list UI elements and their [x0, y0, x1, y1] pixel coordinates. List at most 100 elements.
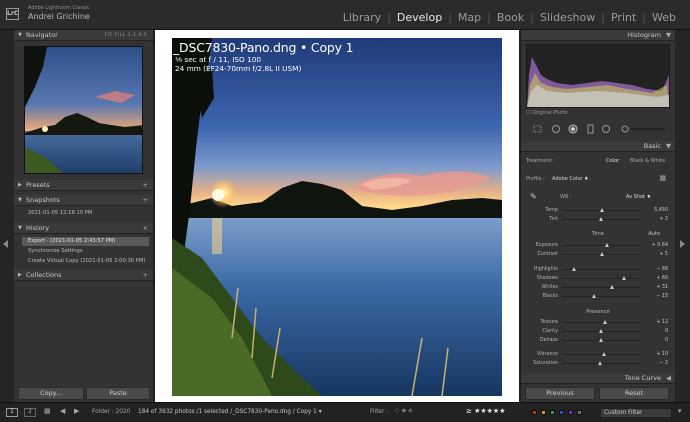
slider-track[interactable] [562, 285, 640, 289]
histogram-header[interactable]: Histogram ▼ [521, 30, 675, 41]
slider-value[interactable]: 5,450 [644, 206, 668, 215]
auto-tone-button[interactable]: Auto [648, 231, 660, 237]
slider-track[interactable] [562, 338, 640, 342]
slider-knob[interactable] [610, 285, 615, 289]
snapshot-item[interactable]: 2021-01-05 12:18:10 PM [22, 209, 149, 218]
grid-view-icon[interactable]: ▦ [44, 407, 51, 415]
slider-track[interactable] [562, 267, 640, 271]
navigator-header[interactable]: ▼ Navigator FIT FILL 1:1 4:1 [14, 30, 153, 41]
filter-lock-icon[interactable]: ▾ [678, 407, 682, 415]
module-map[interactable]: Map [452, 11, 487, 24]
slider-track[interactable] [562, 276, 640, 280]
basic-header[interactable]: Basic ▼ [521, 141, 675, 152]
slider-value[interactable]: − 15 [644, 292, 668, 301]
slider-knob[interactable] [599, 217, 604, 221]
module-slideshow[interactable]: Slideshow [534, 11, 601, 24]
slider-knob[interactable] [600, 252, 605, 256]
add-collection-icon[interactable]: + [143, 270, 148, 281]
slider-value[interactable]: 0 [644, 336, 668, 345]
slider-knob[interactable] [602, 352, 607, 356]
slider-whites[interactable]: Whites + 31 [526, 283, 670, 292]
photo-preview[interactable] [172, 38, 502, 396]
tone-curve-header[interactable]: Tone Curve ◀ [521, 373, 675, 384]
slider-highlights[interactable]: Highlights − 68 [526, 265, 670, 274]
module-book[interactable]: Book [491, 11, 530, 24]
clear-history-icon[interactable]: × [143, 223, 148, 234]
slider-exposure[interactable]: Exposure + 0.64 [526, 241, 670, 250]
rating-filter[interactable]: ≥ ★★★★★ [466, 407, 505, 415]
color-label-green[interactable] [550, 410, 555, 415]
slider-value[interactable]: 0 [644, 327, 668, 336]
slider-knob[interactable] [598, 338, 603, 342]
profile-browser-icon[interactable]: ▦ [659, 174, 666, 182]
color-label-red[interactable] [532, 410, 537, 415]
slider-knob[interactable] [592, 294, 597, 298]
history-item[interactable]: Synchronize Settings [22, 247, 149, 256]
slider-track[interactable] [562, 208, 640, 212]
histogram[interactable]: ISO 100 24 mm f / 11 ¹⁄₉ sec [526, 44, 670, 108]
previous-button[interactable]: Previous [525, 387, 595, 400]
slider-knob[interactable] [571, 267, 576, 271]
slider-dehaze[interactable]: Dehaze 0 [526, 336, 670, 345]
add-preset-icon[interactable]: + [143, 180, 148, 191]
history-item[interactable]: Create Virtual Copy (2021-01-05 2:00:36 … [22, 257, 149, 266]
page-2-button[interactable]: 2 [24, 408, 36, 417]
treatment-color-button[interactable]: Color [606, 158, 619, 164]
color-label-blue[interactable] [559, 410, 564, 415]
slider-tint[interactable]: Tint + 2 [526, 215, 670, 224]
module-develop[interactable]: Develop [391, 11, 448, 24]
slider-knob[interactable] [598, 329, 603, 333]
reset-button[interactable]: Reset [599, 387, 669, 400]
slider-knob[interactable] [603, 320, 608, 324]
presets-header[interactable]: ▶ Presets + [14, 180, 153, 191]
slider-value[interactable]: + 2 [644, 215, 668, 224]
slider-value[interactable]: + 5 [644, 250, 668, 259]
snapshots-header[interactable]: ▼ Snapshots + [14, 195, 153, 206]
navigator-preview[interactable] [24, 46, 143, 174]
slider-knob[interactable] [600, 208, 605, 212]
slider-track[interactable] [562, 320, 640, 324]
slider-clarity[interactable]: Clarity 0 [526, 327, 670, 336]
left-panel-toggle[interactable] [0, 30, 14, 402]
selection-info[interactable]: 184 of 3932 photos /1 selected /_DSC7830… [138, 409, 322, 415]
slider-value[interactable]: − 68 [644, 265, 668, 274]
add-snapshot-icon[interactable]: + [143, 195, 148, 206]
history-item[interactable]: Export - (2021-01-05 2:43:57 PM) [22, 237, 149, 246]
paste-settings-button[interactable]: Paste [86, 387, 150, 400]
slider-knob[interactable] [604, 243, 609, 247]
right-panel-toggle[interactable] [675, 30, 690, 402]
slider-value[interactable]: + 60 [644, 274, 668, 283]
page-1-button[interactable]: 1 [6, 408, 18, 417]
slider-shadows[interactable]: Shadows + 60 [526, 274, 670, 283]
slider-value[interactable]: − 2 [644, 359, 668, 368]
slider-track[interactable] [562, 252, 640, 256]
slider-track[interactable] [562, 361, 640, 365]
eyedropper-icon[interactable]: ✎ [530, 192, 537, 201]
back-arrow-icon[interactable]: ◀ [60, 407, 65, 415]
forward-arrow-icon[interactable]: ▶ [74, 407, 79, 415]
slider-track[interactable] [562, 217, 640, 221]
original-photo-toggle[interactable]: ☐ Original Photo [526, 110, 568, 116]
wb-dropdown[interactable]: As Shot ♦ [626, 194, 651, 200]
slider-blacks[interactable]: Blacks − 15 [526, 292, 670, 301]
module-library[interactable]: Library [337, 11, 387, 24]
custom-filter-dropdown[interactable]: Custom Filter [600, 408, 672, 418]
flag-filter-icons[interactable]: ◇ ◆ ◈ [395, 407, 413, 414]
treatment-bw-button[interactable]: Black & White [630, 158, 665, 164]
slider-value[interactable]: + 31 [644, 283, 668, 292]
slider-knob[interactable] [621, 276, 626, 280]
slider-track[interactable] [562, 243, 640, 247]
copy-settings-button[interactable]: Copy... [18, 387, 84, 400]
slider-vibrance[interactable]: Vibrance + 10 [526, 350, 670, 359]
source-folder[interactable]: Folder : 2020 [92, 409, 130, 415]
slider-texture[interactable]: Texture + 12 [526, 318, 670, 327]
slider-temp[interactable]: Temp 5,450 [526, 206, 670, 215]
slider-value[interactable]: + 0.64 [644, 241, 668, 250]
module-print[interactable]: Print [605, 11, 642, 24]
slider-value[interactable]: + 10 [644, 350, 668, 359]
slider-track[interactable] [562, 352, 640, 356]
collections-header[interactable]: ▶ Collections + [14, 270, 153, 281]
slider-knob[interactable] [597, 361, 602, 365]
profile-dropdown[interactable]: Adobe Color ♦ [552, 176, 589, 182]
slider-track[interactable] [562, 294, 640, 298]
